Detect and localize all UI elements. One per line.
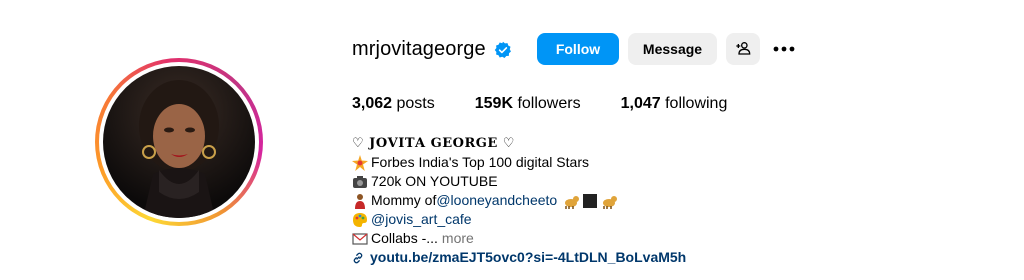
suggested-accounts-button[interactable] xyxy=(726,33,760,65)
dog-icon-2 xyxy=(601,193,618,209)
link-text: youtu.be/zmaEJT5ovc0?si=-4LtDLN_BoLvaM5h xyxy=(370,249,687,265)
external-link[interactable]: youtu.be/zmaEJT5ovc0?si=-4LtDLN_BoLvaM5h xyxy=(352,248,686,267)
bio-text-1: Forbes India's Top 100 digital Stars xyxy=(371,154,589,170)
profile-stats: 3,062 posts 159K followers 1,047 followi… xyxy=(352,95,767,113)
add-user-icon xyxy=(735,40,751,59)
message-button[interactable]: Message xyxy=(628,33,717,65)
story-ring[interactable] xyxy=(95,58,263,226)
followers-count: 159K xyxy=(474,95,513,112)
camera-icon xyxy=(352,174,368,190)
bio-line-2: 720k ON YOUTUBE xyxy=(352,172,686,191)
posts-stat: 3,062 posts xyxy=(352,95,435,113)
bio: ♡ 𝐉𝐎𝐕𝐈𝐓𝐀 𝐆𝐄𝐎𝐑𝐆𝐄 ♡ Forbes India's Top 100… xyxy=(352,134,686,267)
followers-stat[interactable]: 159K followers xyxy=(475,95,581,113)
link-icon xyxy=(352,252,364,264)
mother-icon xyxy=(352,193,368,209)
profile-photo xyxy=(139,80,219,218)
followers-label: followers xyxy=(517,95,581,112)
following-label: following xyxy=(665,95,728,112)
display-name: ♡ 𝐉𝐎𝐕𝐈𝐓𝐀 𝐆𝐄𝐎𝐑𝐆𝐄 ♡ xyxy=(352,136,515,151)
more-link[interactable]: more xyxy=(442,229,474,248)
profile-header: mrjovitageorge xyxy=(352,33,512,66)
star-icon xyxy=(352,154,368,171)
bio-line-3: Mommy of @looneyandcheeto xyxy=(352,191,686,210)
bio-link-line: youtu.be/zmaEJT5ovc0?si=-4LtDLN_BoLvaM5h xyxy=(352,248,686,267)
bio-line-4: @jovis_art_cafe xyxy=(352,210,686,229)
bio-text-2: 720k ON YOUTUBE xyxy=(371,173,498,189)
bio-text-3: Mommy of xyxy=(371,192,437,208)
mention-jovis-art-cafe[interactable]: @jovis_art_cafe xyxy=(371,210,472,229)
posts-label: posts xyxy=(396,95,435,112)
envelope-icon xyxy=(352,231,368,247)
avatar[interactable] xyxy=(103,66,255,218)
bio-text-5: Collabs -... xyxy=(371,230,438,246)
mention-looneyandcheeto[interactable]: @looneyandcheeto xyxy=(436,191,557,210)
verified-badge-icon xyxy=(494,41,512,59)
following-count: 1,047 xyxy=(620,95,661,112)
username[interactable]: mrjovitageorge xyxy=(352,38,486,61)
avatar-border xyxy=(99,62,259,222)
dog-icon xyxy=(563,193,580,209)
posts-count: 3,062 xyxy=(352,95,393,112)
black-square-icon xyxy=(582,193,598,209)
more-options-icon[interactable] xyxy=(770,33,798,65)
follow-button[interactable]: Follow xyxy=(537,33,619,65)
bio-line-5: Collabs -... more xyxy=(352,229,686,248)
bio-line-1: Forbes India's Top 100 digital Stars xyxy=(352,153,686,172)
palette-icon xyxy=(352,212,368,228)
following-stat[interactable]: 1,047 following xyxy=(621,95,728,113)
